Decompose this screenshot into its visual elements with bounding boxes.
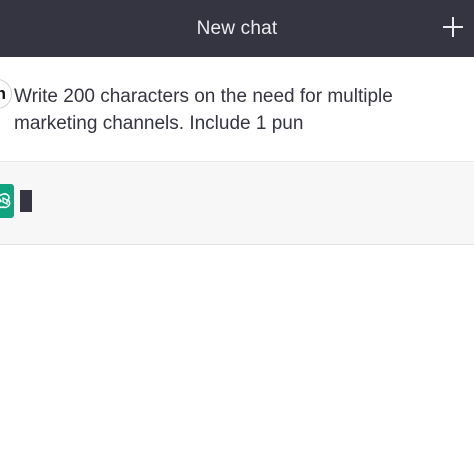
new-chat-button[interactable] <box>440 14 466 40</box>
assistant-avatar <box>0 184 14 218</box>
user-message-text: Write 200 characters on the need for mul… <box>14 86 393 134</box>
chat-title: New chat <box>196 17 278 39</box>
plus-icon <box>443 17 463 37</box>
assistant-message-row <box>0 162 474 245</box>
typing-cursor <box>20 190 32 212</box>
user-avatar-letter: n <box>0 84 6 103</box>
top-bar: New chat <box>0 0 474 57</box>
user-avatar: n <box>0 79 12 109</box>
user-message-row: n Write 200 characters on the need for m… <box>0 57 474 162</box>
chat-screen: New chat n Write 200 characters on the n… <box>0 0 474 474</box>
openai-logo-icon <box>0 193 11 209</box>
